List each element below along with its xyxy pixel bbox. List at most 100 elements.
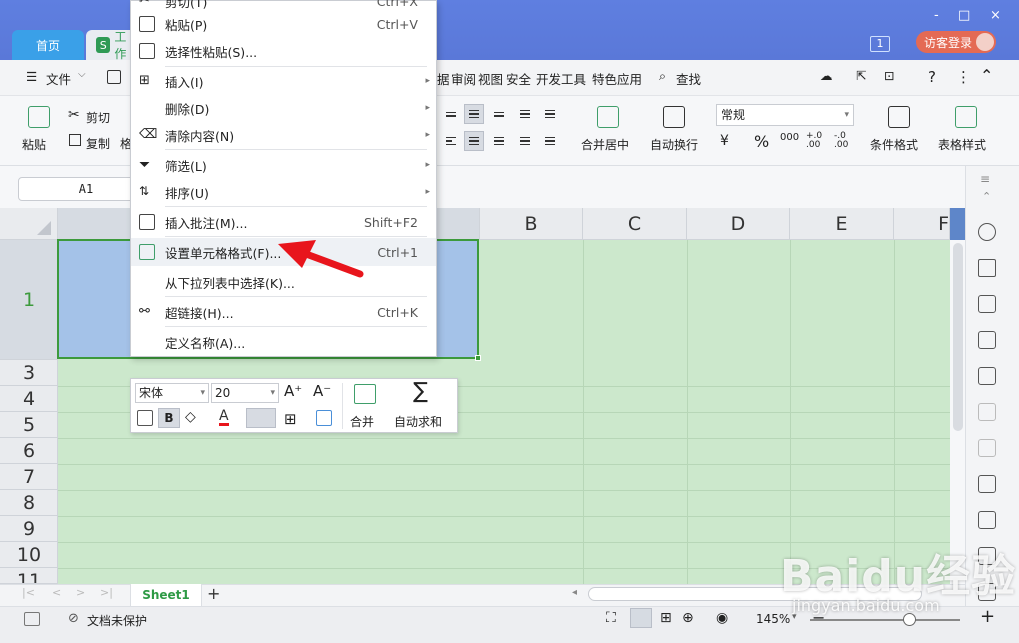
table-style-button[interactable]: 表格样式 — [938, 136, 986, 153]
cloud-icon[interactable]: ☁ — [820, 68, 833, 83]
font-size-select[interactable]: 20 ▾ — [211, 383, 279, 403]
row-header-3[interactable]: 3 — [0, 360, 58, 386]
align-center-icon[interactable] — [246, 408, 276, 428]
row-header-11[interactable]: 11 — [0, 568, 58, 584]
currency-icon[interactable]: ¥ — [720, 133, 729, 149]
align-top-icon[interactable] — [441, 104, 461, 124]
font-family-select[interactable]: 宋体 ▾ — [135, 383, 209, 403]
fill-color-icon[interactable]: ◇ — [185, 409, 196, 425]
menu-security[interactable]: 安全 — [506, 69, 531, 88]
align-left-icon[interactable] — [441, 131, 461, 151]
sidebar-menu-icon[interactable]: ≡ — [980, 172, 990, 186]
decimal-increase-button[interactable]: +.0 .00 — [806, 132, 826, 150]
percent-button[interactable]: % — [754, 132, 769, 151]
row-header-4[interactable]: 4 — [0, 386, 58, 412]
row-header-5[interactable]: 5 — [0, 412, 58, 438]
font-shrink-button[interactable]: A⁻ — [313, 382, 331, 400]
conditional-format-icon[interactable] — [888, 106, 910, 128]
zoom-in-button[interactable]: + — [980, 606, 995, 627]
row-header-1[interactable]: 1 — [0, 240, 58, 360]
scroll-left-icon[interactable]: ◂ — [572, 587, 577, 598]
scissors-icon[interactable]: ✂ — [68, 107, 80, 123]
chevron-up-icon[interactable]: ⌃ — [982, 190, 991, 203]
wrap-text-icon[interactable] — [663, 106, 685, 128]
eye-protect-icon[interactable]: ◉ — [716, 610, 728, 626]
align-center-icon[interactable] — [464, 131, 484, 151]
zoom-slider[interactable] — [810, 619, 960, 621]
context-menu-item-paste-special[interactable]: 选择性粘贴(S)... — [131, 37, 436, 65]
sheet-nav-last-icon[interactable]: >| — [100, 586, 113, 599]
column-header-f[interactable]: F — [894, 208, 950, 240]
macro-icon[interactable] — [24, 612, 40, 626]
menu-special-apps[interactable]: 特色应用 — [592, 69, 642, 88]
settings-sliders-icon[interactable] — [978, 403, 996, 421]
row-header-9[interactable]: 9 — [0, 516, 58, 542]
context-menu-item-insert[interactable]: ⊞ 插入(I) ▸ — [131, 67, 436, 95]
cut-button[interactable]: 剪切 — [86, 109, 110, 126]
chevron-down-icon[interactable]: ⌵ — [78, 69, 86, 80]
decimal-decrease-button[interactable]: -.0 .00 — [834, 132, 854, 150]
page-layout-icon[interactable]: ⊞ — [660, 610, 672, 626]
merge-center-button[interactable]: 合并居中 — [581, 136, 629, 153]
help-icon[interactable]: ? — [928, 68, 936, 86]
zoom-level[interactable]: 145% — [756, 612, 790, 626]
autosum-button[interactable]: 自动求和 — [394, 413, 442, 430]
share-icon[interactable]: ⇱ — [856, 68, 866, 83]
row-header-7[interactable]: 7 — [0, 464, 58, 490]
column-header-e[interactable]: E — [790, 208, 894, 240]
minimize-icon[interactable]: - — [934, 8, 939, 23]
conditional-format-button[interactable]: 条件格式 — [870, 136, 918, 153]
sheet-nav-first-icon[interactable]: |< — [22, 586, 35, 599]
search-icon[interactable]: ⌕ — [659, 68, 666, 84]
wrap-text-button[interactable]: 自动换行 — [650, 136, 698, 153]
bold-button[interactable]: B — [158, 408, 180, 428]
font-color-button[interactable]: A — [219, 409, 229, 426]
menu-view[interactable]: 视图 — [478, 69, 503, 88]
close-icon[interactable]: × — [990, 8, 1001, 23]
align-middle-icon[interactable] — [464, 104, 484, 124]
protection-status[interactable]: 文档未保护 — [87, 612, 147, 629]
sheet-tab-sheet1[interactable]: Sheet1 — [130, 584, 202, 606]
menu-search[interactable]: 查找 — [676, 69, 701, 88]
guest-login-button[interactable]: 访客登录 — [916, 31, 996, 53]
menu-data[interactable]: 据 — [437, 69, 450, 88]
normal-view-icon[interactable] — [630, 608, 652, 628]
image-icon[interactable] — [978, 475, 996, 493]
shapes-icon[interactable] — [978, 223, 996, 241]
layers-icon[interactable] — [978, 259, 996, 277]
table-icon[interactable] — [978, 295, 996, 313]
row-header-10[interactable]: 10 — [0, 542, 58, 568]
page-break-icon[interactable]: ⊕ — [682, 610, 694, 626]
align-bottom-icon[interactable] — [489, 104, 509, 124]
context-menu-item-sort[interactable]: ⇅ 排序(U) ▸ — [131, 178, 436, 206]
justify-icon[interactable] — [515, 131, 535, 151]
paste-icon[interactable] — [28, 106, 50, 128]
context-menu-item-clear[interactable]: ⌫ 清除内容(N) ▸ — [131, 121, 436, 149]
border-icon[interactable]: ⊞ — [284, 410, 297, 428]
context-menu-item-paste[interactable]: 粘贴(P) Ctrl+V — [131, 10, 436, 38]
save-icon[interactable] — [107, 70, 121, 84]
sigma-icon[interactable]: ∑ — [413, 379, 428, 404]
vertical-scroll-thumb[interactable] — [953, 243, 963, 431]
chart-icon[interactable] — [978, 367, 996, 385]
copy-icon[interactable] — [69, 134, 81, 146]
column-header-c[interactable]: C — [583, 208, 687, 240]
distributed-icon[interactable] — [540, 131, 560, 151]
menu-developer[interactable]: 开发工具 — [536, 69, 586, 88]
window-count-badge[interactable]: 1 — [870, 36, 890, 52]
column-header-d[interactable]: D — [687, 208, 790, 240]
clear-format-icon[interactable] — [316, 410, 332, 426]
add-sheet-button[interactable]: + — [207, 584, 220, 603]
indent-increase-icon[interactable] — [540, 104, 560, 124]
tools-icon[interactable]: ⊡ — [884, 68, 894, 83]
paste-button[interactable]: 粘贴 — [22, 136, 46, 153]
merge-center-icon[interactable] — [597, 106, 619, 128]
tab-home[interactable]: 首页 — [12, 30, 84, 60]
context-menu-item-define-name[interactable]: 定义名称(A)... — [131, 328, 436, 356]
copy-button[interactable]: 复制 — [86, 135, 110, 152]
context-menu-item-filter[interactable]: ⏷ 筛选(L) ▸ — [131, 151, 436, 179]
select-all-corner[interactable] — [0, 208, 58, 240]
menu-file[interactable]: 文件 — [46, 69, 71, 88]
menu-review[interactable]: 审阅 — [451, 69, 476, 88]
row-header-8[interactable]: 8 — [0, 490, 58, 516]
